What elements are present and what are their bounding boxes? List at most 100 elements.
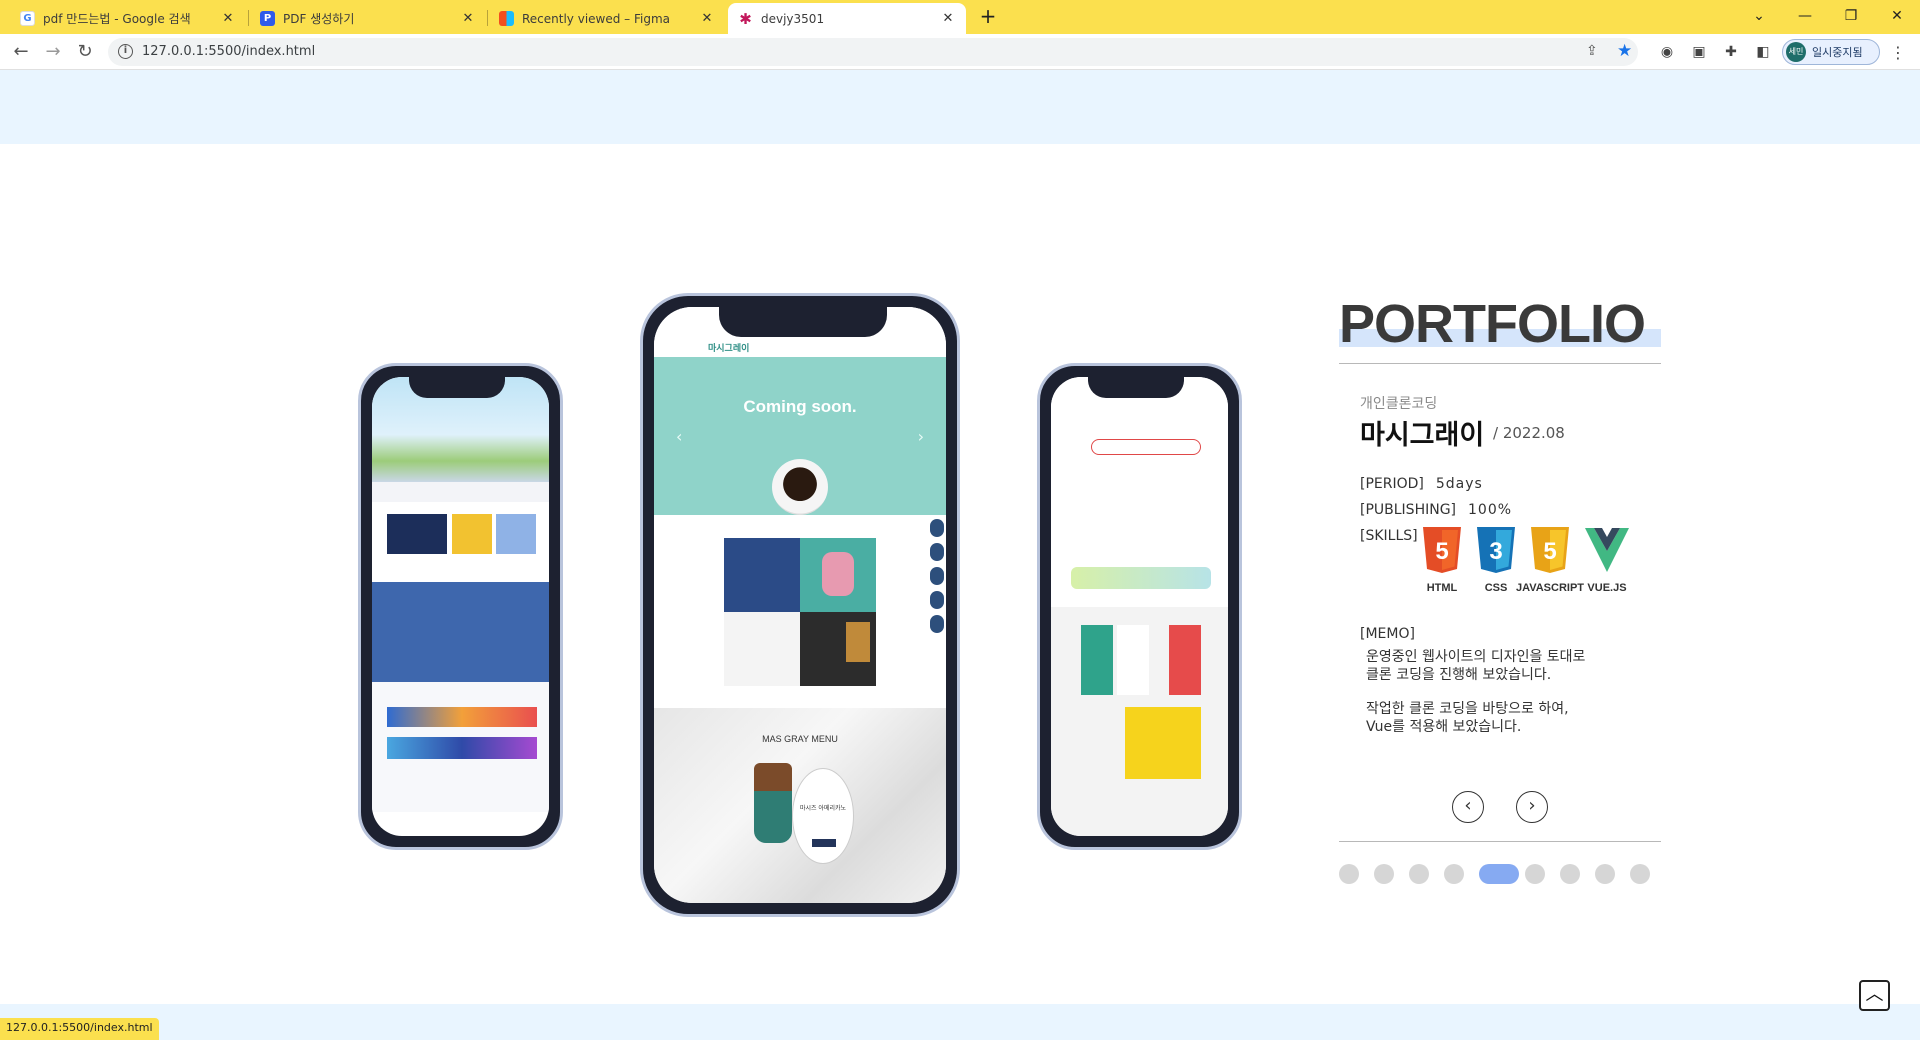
- news-card: [496, 514, 536, 554]
- pagination-dot[interactable]: [1444, 864, 1464, 884]
- pagination-dot[interactable]: [1339, 864, 1359, 884]
- chevron-left-icon: ‹: [1464, 795, 1472, 816]
- status-bar-url: 127.0.0.1:5500/index.html: [0, 1018, 159, 1040]
- close-window-icon[interactable]: ✕: [1874, 4, 1920, 28]
- minimize-icon[interactable]: —: [1782, 4, 1828, 28]
- project-date: / 2022.08: [1493, 424, 1565, 442]
- chevron-right-icon: ›: [1528, 795, 1536, 816]
- profile-button[interactable]: 세민 일시중지됨: [1782, 39, 1880, 65]
- news-card: [387, 514, 447, 554]
- close-tab-icon[interactable]: ✕: [220, 11, 236, 26]
- svg-text:3: 3: [1489, 538, 1502, 565]
- tab-strip: G pdf 만드는법 - Google 검색 ✕ P PDF 생성하기 ✕ Re…: [0, 0, 1920, 34]
- promo-button: [812, 839, 836, 847]
- phone-mockup-right: [1037, 363, 1242, 850]
- pagination-dot[interactable]: [1630, 864, 1650, 884]
- pagination-dot[interactable]: [1525, 864, 1545, 884]
- avatar: 세민: [1786, 42, 1806, 62]
- tab-title: devjy3501: [761, 11, 825, 26]
- news-card: [452, 514, 492, 554]
- store-sign: [846, 622, 870, 662]
- tab-search-icon[interactable]: ⌄: [1736, 4, 1782, 28]
- grid-tile: [800, 538, 876, 612]
- pagination-dot-active[interactable]: [1479, 864, 1519, 884]
- javascript-icon: 5: [1531, 527, 1569, 573]
- pagination-dot[interactable]: [1595, 864, 1615, 884]
- card: [1081, 625, 1113, 695]
- project-title: 마시그래이: [1360, 420, 1485, 451]
- coffee-cup-image: [772, 459, 828, 515]
- prev-slide-button[interactable]: ‹: [1452, 791, 1484, 823]
- tab-title: Recently viewed – Figma: [522, 11, 671, 26]
- profile-status-label: 일시중지됨: [1812, 46, 1863, 59]
- css3-icon: 3: [1477, 527, 1515, 573]
- figma-icon: [499, 11, 514, 26]
- back-icon[interactable]: ←: [9, 40, 33, 64]
- screenshot-blue-band: [372, 582, 549, 682]
- extensions-puzzle-icon[interactable]: ✚: [1722, 43, 1740, 61]
- url-text[interactable]: 127.0.0.1:5500/index.html: [142, 44, 315, 59]
- address-bar[interactable]: i 127.0.0.1:5500/index.html ⇪ ★: [108, 38, 1638, 66]
- side-quick-button: [930, 543, 944, 561]
- grid-tile: [724, 538, 800, 612]
- site-info-icon[interactable]: i: [118, 44, 133, 59]
- screenshot-nav: [372, 482, 549, 502]
- skill-label: HTML: [1426, 582, 1458, 594]
- hero-headline: Coming soon.: [743, 397, 857, 416]
- tab-devjy[interactable]: ✱ devjy3501 ✕: [728, 3, 966, 34]
- card: [1125, 707, 1201, 779]
- side-quick-button: [930, 519, 944, 537]
- side-quick-button: [930, 567, 944, 585]
- new-tab-button[interactable]: +: [977, 6, 999, 28]
- restore-icon[interactable]: ❐: [1828, 4, 1874, 28]
- screenshot-top: [1051, 377, 1228, 607]
- svg-text:5: 5: [1435, 538, 1448, 565]
- forward-icon[interactable]: →: [41, 40, 65, 64]
- reload-icon[interactable]: ↻: [73, 40, 97, 64]
- tab-figma[interactable]: Recently viewed – Figma ✕: [489, 3, 725, 34]
- memo-line: Vue를 적용해 보았습니다.: [1366, 719, 1522, 735]
- publishing-value: 100%: [1468, 502, 1513, 518]
- google-icon: G: [20, 11, 35, 26]
- scroll-to-top-button[interactable]: ︿: [1859, 980, 1890, 1011]
- tab-pdf[interactable]: P PDF 생성하기 ✕: [250, 3, 486, 34]
- side-panel-icon[interactable]: ◧: [1754, 43, 1772, 61]
- screenshot-logo: 마시그레이: [708, 344, 750, 354]
- publishing-label: [PUBLISHING]: [1360, 502, 1457, 518]
- grid-tile: [724, 612, 800, 686]
- html5-icon: 5: [1423, 527, 1461, 573]
- divider-top: [1339, 363, 1661, 364]
- period-value: 5days: [1435, 476, 1483, 492]
- image-icon[interactable]: ▣: [1690, 43, 1708, 61]
- period-row: [PERIOD] 5days: [1360, 476, 1483, 492]
- next-slide-button[interactable]: ›: [1516, 791, 1548, 823]
- pagination-dot[interactable]: [1374, 864, 1394, 884]
- tab-separator: [487, 10, 488, 26]
- side-quick-button: [930, 591, 944, 609]
- camera-icon[interactable]: ◉: [1658, 43, 1676, 61]
- close-tab-icon[interactable]: ✕: [460, 11, 476, 26]
- card: [1169, 625, 1201, 695]
- memo-line: 운영중인 웹사이트의 디자인을 토대로: [1366, 649, 1586, 665]
- asterisk-icon: ✱: [739, 9, 752, 28]
- page-footer: [0, 1004, 1920, 1040]
- close-tab-icon[interactable]: ✕: [699, 11, 715, 26]
- divider-bottom: [1339, 841, 1661, 842]
- phone-mockup-left: [358, 363, 563, 850]
- memo-line: 작업한 클론 코딩을 바탕으로 하여,: [1366, 701, 1569, 717]
- portfolio-heading: PORTFOLIO: [1339, 294, 1646, 354]
- close-tab-icon[interactable]: ✕: [940, 11, 956, 26]
- share-icon[interactable]: ⇪: [1586, 43, 1598, 59]
- bookmark-star-icon[interactable]: ★: [1617, 41, 1632, 61]
- skill-label: JAVASCRIPT: [1515, 582, 1585, 594]
- phone-notch: [719, 307, 887, 337]
- pagination-dot[interactable]: [1409, 864, 1429, 884]
- chevron-left-icon: ‹: [676, 427, 683, 446]
- phone-screen: 마시그레이 Coming soon. ‹ › MAS GRAY MENU 마시즈…: [654, 307, 946, 903]
- pagination-dot[interactable]: [1560, 864, 1580, 884]
- tab-google-search[interactable]: G pdf 만드는법 - Google 검색 ✕: [10, 3, 246, 34]
- screenshot-banner: [1071, 567, 1211, 589]
- vuejs-icon: [1585, 528, 1629, 572]
- chevron-up-icon: ︿: [1865, 984, 1884, 1005]
- menu-kebab-icon[interactable]: ⋮: [1890, 43, 1906, 62]
